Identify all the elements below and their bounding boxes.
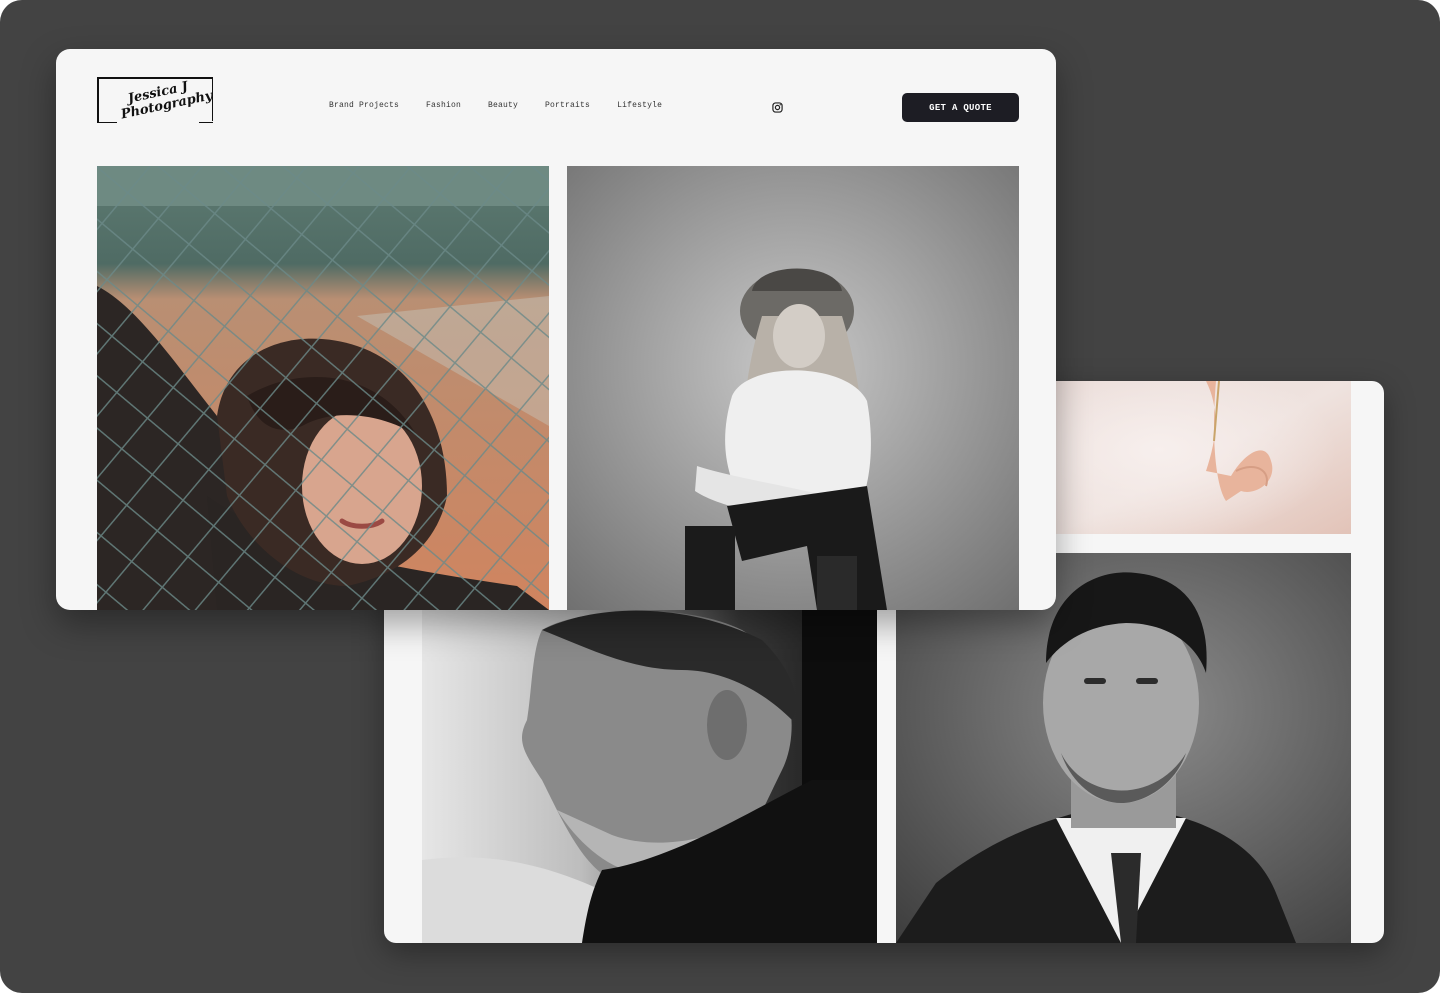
woman-behind-chain-fence-photo[interactable] [97,166,549,610]
man-profile-turtleneck-photo[interactable] [422,610,877,943]
instagram-icon[interactable] [772,100,783,113]
man-in-suit-portrait-photo[interactable] [896,553,1351,943]
logo-frame [97,77,99,123]
site-logo[interactable]: Jessica J Photography [97,77,214,123]
woman-in-hat-sitting-photo[interactable] [567,166,1019,610]
showcase-stage: Jessica J Photography Brand Projects Fas… [0,0,1440,993]
nav-beauty[interactable]: Beauty [488,101,518,110]
main-nav: Brand Projects Fashion Beauty Portraits … [329,101,689,110]
hand-with-flower-photo[interactable] [1056,381,1351,534]
logo-text: Jessica J Photography [117,74,221,122]
logo-frame-bottom-right [199,121,213,123]
logo-frame-bottom-left [97,121,117,123]
nav-brand-projects[interactable]: Brand Projects [329,101,399,110]
nav-fashion[interactable]: Fashion [426,101,461,110]
nav-portraits[interactable]: Portraits [545,101,590,110]
website-preview-card: Jessica J Photography Brand Projects Fas… [56,49,1056,610]
nav-lifestyle[interactable]: Lifestyle [617,101,662,110]
get-a-quote-button[interactable]: GET A QUOTE [902,93,1019,122]
